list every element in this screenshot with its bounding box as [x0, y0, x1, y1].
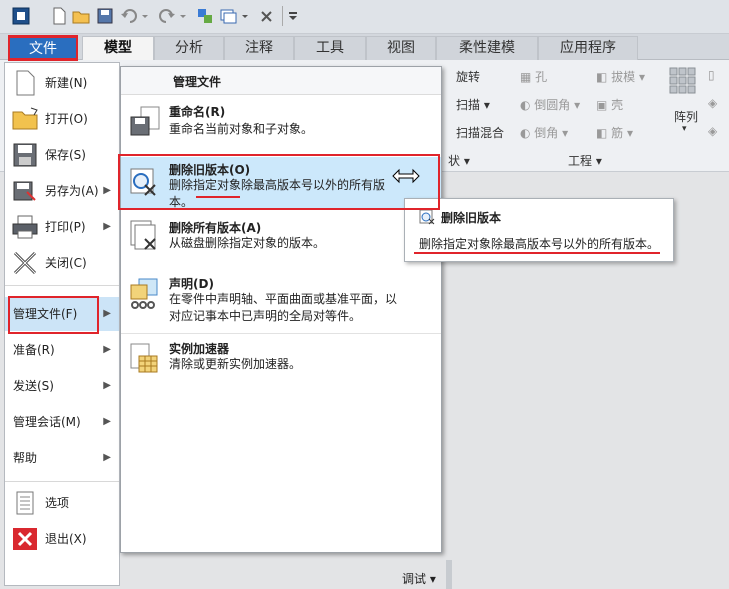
- pattern-icon[interactable]: [668, 66, 698, 96]
- new-icon[interactable]: [50, 7, 68, 25]
- regenerate-icon[interactable]: [196, 7, 214, 25]
- tab-model[interactable]: 模型: [82, 36, 154, 60]
- menu-scroll-edge: [446, 560, 452, 589]
- open-folder-icon: [11, 106, 39, 132]
- prepare-menu-item[interactable]: 准备(R) ▶: [5, 333, 119, 367]
- close-menu-item[interactable]: 关闭(C): [5, 245, 119, 281]
- ribbon-overflow-icon-2[interactable]: ◈: [708, 96, 717, 110]
- ribbon-tabs: 文件 模型 分析 注释 工具 视图 柔性建模 应用程序: [0, 34, 729, 60]
- print-icon: [11, 214, 39, 240]
- delete-old-versions-icon: [419, 209, 435, 225]
- annotation-underline-2: [414, 252, 660, 254]
- options-menu-item[interactable]: 选项: [5, 485, 119, 521]
- debug-button[interactable]: 调试 ▾: [402, 570, 436, 587]
- delete-all-versions-menu-item[interactable]: 删除所有版本(A) 从磁盘删除指定对象的版本。: [121, 215, 441, 267]
- open-icon[interactable]: [72, 7, 90, 25]
- pattern-dropdown-icon[interactable]: ▾: [682, 124, 687, 134]
- chamfer-button[interactable]: ◐ 倒角 ▾: [520, 124, 568, 141]
- help-menu-item[interactable]: 帮助 ▶: [5, 441, 119, 475]
- close-window-icon[interactable]: [258, 7, 276, 25]
- tooltip-title: 删除旧版本: [441, 211, 502, 225]
- quick-access-toolbar: [0, 0, 729, 34]
- sweep-button[interactable]: 扫描 ▾: [456, 96, 490, 113]
- annotation-underline-1: [196, 196, 240, 198]
- annotation-box-delete-old-versions: [118, 154, 440, 210]
- rename-icon: [127, 105, 161, 139]
- revolve-button[interactable]: 旋转: [456, 68, 480, 85]
- submenu-header: 管理文件: [121, 67, 441, 95]
- annotation-box-file-tab: [8, 35, 78, 61]
- tab-applications[interactable]: 应用程序: [538, 36, 638, 60]
- round-button[interactable]: ◐ 倒圆角 ▾: [520, 96, 580, 113]
- submenu-arrow-icon: ▶: [103, 452, 111, 463]
- exit-icon: [11, 526, 39, 552]
- new-file-icon: [11, 70, 39, 96]
- group-engineering-label[interactable]: 工程 ▾: [568, 152, 602, 169]
- submenu-arrow-icon: ▶: [103, 416, 111, 427]
- ribbon-overflow-icon-1[interactable]: ▯: [708, 68, 715, 82]
- redo-icon[interactable]: [158, 7, 186, 25]
- submenu-arrow-icon: ▶: [103, 344, 111, 355]
- swept-blend-button[interactable]: 扫描混合: [456, 124, 504, 141]
- tab-view[interactable]: 视图: [366, 36, 436, 60]
- submenu-arrow-icon: ▶: [103, 221, 111, 232]
- manage-file-submenu: 管理文件 重命名(R) 重命名当前对象和子对象。 删除旧版本(O) 删除指定对象…: [120, 66, 442, 553]
- tab-annotate[interactable]: 注释: [224, 36, 294, 60]
- tab-flexible-modeling[interactable]: 柔性建模: [436, 36, 538, 60]
- rib-button[interactable]: ◧ 筋 ▾: [596, 124, 633, 141]
- print-menu-item[interactable]: 打印(P) ▶: [5, 209, 119, 245]
- pattern-button[interactable]: 阵列: [674, 108, 698, 125]
- submenu-arrow-icon: ▶: [103, 308, 111, 319]
- submenu-arrow-icon: ▶: [103, 185, 111, 196]
- annotation-box-manage-file: [8, 296, 99, 334]
- save-as-icon: [11, 178, 39, 204]
- windows-icon[interactable]: [220, 7, 248, 25]
- instance-accelerator-menu-item[interactable]: 实例加速器 清除或更新实例加速器。: [121, 333, 441, 385]
- declare-icon: [127, 277, 161, 311]
- tab-tools[interactable]: 工具: [294, 36, 366, 60]
- app-logo-icon[interactable]: [12, 7, 30, 25]
- tab-analysis[interactable]: 分析: [154, 36, 224, 60]
- ribbon-overflow-icon-3[interactable]: ◈: [708, 124, 717, 138]
- send-menu-item[interactable]: 发送(S) ▶: [5, 369, 119, 403]
- group-shape-label[interactable]: 状 ▾: [448, 152, 470, 169]
- instance-accelerator-icon: [127, 342, 161, 376]
- open-menu-item[interactable]: 打开(O): [5, 101, 119, 137]
- submenu-arrow-icon: ▶: [103, 380, 111, 391]
- tooltip-description: 删除指定对象除最高版本号以外的所有版本。: [419, 237, 660, 251]
- rename-menu-item[interactable]: 重命名(R) 重命名当前对象和子对象。: [121, 97, 441, 155]
- customize-toolbar-icon[interactable]: [286, 7, 304, 25]
- save-menu-item[interactable]: 保存(S): [5, 137, 119, 173]
- close-icon: [11, 250, 39, 276]
- draft-button[interactable]: ◧ 拔模 ▾: [596, 68, 645, 85]
- exit-menu-item[interactable]: 退出(X): [5, 521, 119, 557]
- save-icon: [11, 142, 39, 168]
- shell-button[interactable]: ▣ 壳: [596, 96, 623, 113]
- save-as-menu-item[interactable]: 另存为(A) ▶: [5, 173, 119, 209]
- new-menu-item[interactable]: 新建(N): [5, 65, 119, 101]
- undo-icon[interactable]: [120, 7, 148, 25]
- hole-button[interactable]: ▦ 孔: [520, 68, 547, 85]
- manage-session-menu-item[interactable]: 管理会话(M) ▶: [5, 405, 119, 439]
- delete-all-versions-icon: [127, 219, 161, 253]
- save-icon[interactable]: [96, 7, 114, 25]
- declare-menu-item[interactable]: 声明(D) 在零件中声明轴、平面曲面或基准平面，以对应记事本中已声明的全局对等件…: [121, 271, 441, 331]
- options-icon: [11, 490, 39, 516]
